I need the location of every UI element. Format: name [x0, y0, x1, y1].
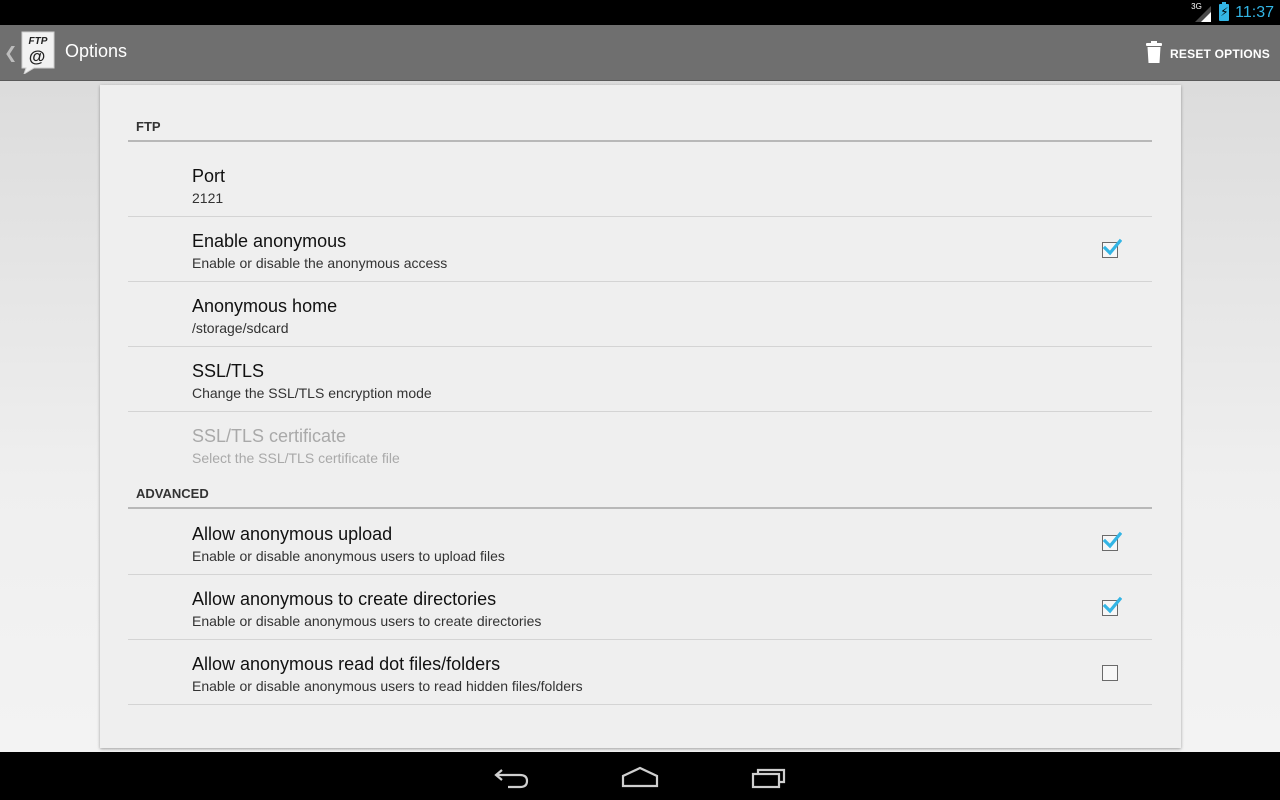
checkmark-icon [1102, 531, 1122, 549]
enable-anonymous-checkbox[interactable] [1102, 238, 1122, 258]
reset-options-label: RESET OPTIONS [1170, 47, 1270, 61]
allow-upload-checkbox[interactable] [1102, 531, 1122, 551]
allow-create-directories-checkbox[interactable] [1102, 596, 1122, 616]
pref-summary: Select the SSL/TLS certificate file [192, 450, 400, 466]
section-header-advanced: ADVANCED [128, 485, 1152, 509]
signal-icon: 3G [1191, 1, 1213, 22]
pref-title: Allow anonymous to create directories [192, 589, 497, 609]
status-bar: 3G ⚡ 11:37 [0, 0, 1280, 25]
pref-title: Allow anonymous read dot files/folders [192, 654, 501, 674]
preferences-card: FTP Port 2121 Enable anonymous Enable or… [100, 85, 1181, 748]
battery-charging-icon: ⚡ [1219, 2, 1230, 21]
pref-summary: Enable or disable anonymous users to upl… [192, 548, 505, 564]
clock: 11:37 [1235, 3, 1274, 21]
pref-title: Anonymous home [192, 296, 338, 316]
app-icon-symbol: @ [29, 47, 46, 66]
action-bar: ❮ FTP @ Options RESET OPTIONS [0, 25, 1280, 81]
trash-icon [1146, 41, 1163, 67]
recent-apps-icon[interactable] [750, 764, 790, 790]
reset-options-button[interactable]: RESET OPTIONS [1146, 39, 1270, 69]
pref-summary: 2121 [192, 190, 224, 206]
navigation-bar [0, 752, 1280, 800]
allow-read-dot-files-checkbox[interactable] [1102, 665, 1118, 681]
pref-anonymous-home[interactable]: Anonymous home /storage/sdcard [128, 282, 1152, 347]
pref-enable-anonymous[interactable]: Enable anonymous Enable or disable the a… [128, 217, 1152, 282]
pref-allow-anonymous-upload[interactable]: Allow anonymous upload Enable or disable… [128, 510, 1152, 575]
pref-port[interactable]: Port 2121 [128, 152, 1152, 217]
up-caret-icon[interactable]: ❮ [4, 43, 17, 62]
app-icon-label: FTP [29, 36, 48, 47]
status-icons: 3G ⚡ 11:37 [1191, 0, 1274, 25]
pref-title: SSL/TLS [192, 361, 265, 381]
checkmark-icon [1102, 596, 1122, 614]
pref-summary: /storage/sdcard [192, 320, 289, 336]
home-icon[interactable] [620, 764, 660, 790]
network-type-label: 3G [1191, 1, 1202, 11]
pref-summary: Enable or disable anonymous users to rea… [192, 678, 583, 694]
pref-summary: Enable or disable anonymous users to cre… [192, 613, 542, 629]
pref-title: SSL/TLS certificate [192, 426, 347, 446]
back-icon[interactable] [494, 764, 534, 790]
pref-summary: Enable or disable the anonymous access [192, 255, 448, 271]
pref-summary: Change the SSL/TLS encryption mode [192, 385, 432, 401]
checkmark-icon [1102, 238, 1122, 256]
page-title: Options [65, 41, 128, 61]
pref-ssl-tls-certificate: SSL/TLS certificate Select the SSL/TLS c… [128, 412, 1152, 477]
section-header-ftp: FTP [128, 118, 1152, 142]
pref-allow-read-dot-files[interactable]: Allow anonymous read dot files/folders E… [128, 640, 1152, 705]
pref-ssl-tls[interactable]: SSL/TLS Change the SSL/TLS encryption mo… [128, 347, 1152, 412]
pref-title: Enable anonymous [192, 231, 347, 251]
app-icon[interactable]: FTP @ [20, 30, 56, 76]
section-header-label: ADVANCED [136, 486, 209, 501]
pref-allow-create-directories[interactable]: Allow anonymous to create directories En… [128, 575, 1152, 640]
section-header-label: FTP [136, 119, 161, 134]
pref-title: Port [192, 166, 226, 186]
pref-title: Allow anonymous upload [192, 524, 393, 544]
